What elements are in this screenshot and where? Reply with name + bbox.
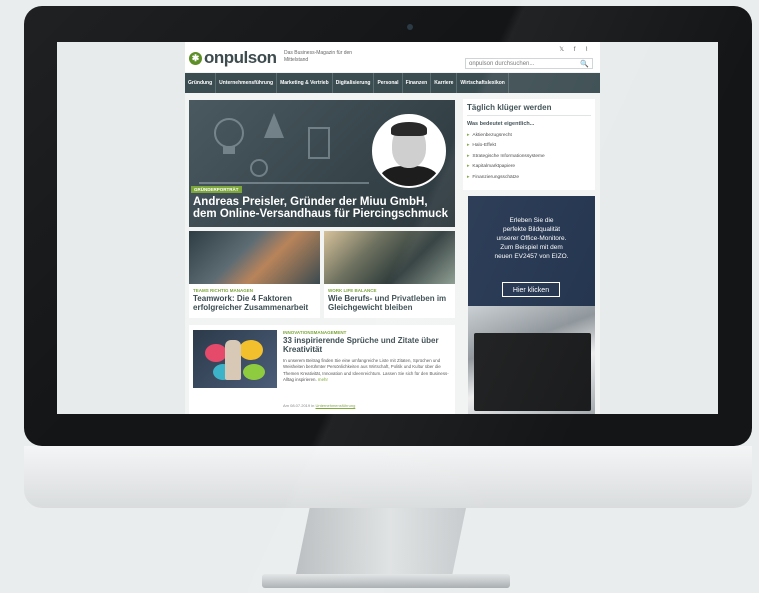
ad-copy: Erleben Sie die perfekte Bildqualität un…: [468, 216, 595, 261]
glossary-widget: Täglich klüger werden Was bedeutet eigen…: [463, 99, 595, 190]
search-icon[interactable]: 🔍: [580, 59, 589, 70]
glossary-item-label[interactable]: Finanzierungsschätze: [472, 175, 519, 180]
hero-category-tag[interactable]: GRÜNDERPORTRÄT: [191, 186, 242, 193]
color-splash: [243, 364, 265, 380]
glossary-item-label[interactable]: Kapitalmarktpapiere: [472, 164, 515, 169]
article-teaser: INNOVATIONSMANAGEMENT 33 inspirierende S…: [189, 325, 455, 414]
ad-cta-button[interactable]: Hier klicken: [502, 282, 560, 297]
nav-item-wirtschaftslexikon[interactable]: Wirtschaftslexikon: [457, 73, 509, 93]
ad-line: neuen EV2457 von EIZO.: [494, 253, 569, 260]
nav-item-marketing-vertrieb[interactable]: Marketing & Vertrieb: [277, 73, 333, 93]
glossary-title: Täglich klüger werden: [467, 103, 552, 112]
ad-monitor-image: [474, 333, 591, 411]
card-image-cityscape: [324, 231, 455, 284]
article-image[interactable]: [193, 330, 277, 388]
ad-line: Zum Beispiel mit dem: [500, 244, 563, 251]
card-work-life-balance[interactable]: WORK LIFE BALANCE Wie Berufs- und Privat…: [324, 231, 455, 318]
article-title[interactable]: 33 inspirierende Sprüche und Zitate über…: [283, 336, 451, 354]
glossary-item[interactable]: ▸ Finanzierungsschätze: [467, 173, 545, 183]
card-title[interactable]: Wie Berufs- und Privatleben im Gleichgew…: [328, 294, 453, 312]
founder-portrait: [372, 114, 446, 188]
website-page: ✱ onpulson Das Business-Magazin für den …: [185, 42, 600, 414]
glossary-item-label[interactable]: Aktienbezugsrecht: [472, 133, 511, 138]
card-category-tag[interactable]: TEAMS RICHTIG MANAGEN: [193, 288, 253, 293]
screen: ✱ onpulson Das Business-Magazin für den …: [57, 42, 718, 414]
nav-item-personal[interactable]: Personal: [374, 73, 403, 93]
card-category-tag[interactable]: WORK LIFE BALANCE: [328, 288, 377, 293]
glossary-subtitle: Was bedeutet eigentlich...: [467, 121, 535, 127]
site-logo[interactable]: ✱ onpulson: [189, 48, 277, 68]
divider: [467, 115, 591, 116]
search-placeholder: onpulson durchsuchen...: [469, 61, 535, 67]
main-nav: Gründung Unternehmensführung Marketing &…: [185, 73, 600, 93]
article-date: Am 08.07.2019 in: [283, 403, 315, 408]
color-splash: [205, 344, 227, 362]
bullet-icon: ▸: [467, 133, 470, 138]
monitor-base: [262, 574, 510, 588]
bullet-icon: ▸: [467, 164, 470, 170]
eizo-advertisement[interactable]: Erleben Sie die perfekte Bildqualität un…: [468, 196, 595, 414]
glossary-item-label[interactable]: Halo-Effekt: [472, 143, 496, 148]
portrait-hair: [391, 122, 427, 136]
article-meta: Am 08.07.2019 in Unternehmensführung: [283, 403, 355, 408]
glossary-item[interactable]: ▸ Strategische Informationssysteme: [467, 152, 545, 162]
card-image-hands: [189, 231, 320, 284]
article-category-link[interactable]: Unternehmensführung: [315, 403, 355, 408]
article-category-tag[interactable]: INNOVATIONSMANAGEMENT: [283, 330, 346, 335]
ad-line: Erleben Sie die: [509, 217, 554, 224]
read-more-link[interactable]: mehr: [318, 377, 328, 382]
hero-teaser[interactable]: GRÜNDERPORTRÄT Andreas Preisler, Gründer…: [189, 100, 455, 227]
monitor-stand: [296, 508, 466, 574]
site-header: ✱ onpulson Das Business-Magazin für den …: [185, 42, 600, 72]
article-excerpt: In unserem Beitrag finden Sie eine umfan…: [283, 358, 451, 383]
card-title[interactable]: Teamwork: Die 4 Faktoren erfolgreicher Z…: [193, 294, 318, 312]
bullet-icon: ▸: [467, 143, 470, 149]
nav-item-digitalisierung[interactable]: Digitalisierung: [333, 73, 375, 93]
glossary-item[interactable]: ▸ Kapitalmarktpapiere: [467, 162, 545, 172]
article-person: [225, 340, 241, 380]
portrait-shirt: [380, 166, 438, 186]
hero-illustration: [199, 113, 369, 184]
nav-item-unternehmensfuehrung[interactable]: Unternehmensführung: [216, 73, 278, 93]
search-input[interactable]: onpulson durchsuchen... 🔍: [465, 58, 593, 69]
nav-item-finanzen[interactable]: Finanzen: [403, 73, 432, 93]
site-tagline: Das Business-Magazin für den Mittelstand: [284, 50, 353, 63]
glossary-item[interactable]: ▸ Halo-Effekt: [467, 141, 545, 151]
bullet-icon: ▸: [467, 153, 470, 159]
nav-item-karriere[interactable]: Karriere: [431, 73, 458, 93]
glossary-item-label[interactable]: Strategische Informationssysteme: [472, 154, 544, 159]
camera-icon: [407, 24, 413, 30]
card-teamwork[interactable]: TEAMS RICHTIG MANAGEN Teamwork: Die 4 Fa…: [189, 231, 320, 318]
nav-item-gruendung[interactable]: Gründung: [185, 73, 217, 93]
logo-mark-icon: ✱: [189, 51, 202, 65]
logo-text: onpulson: [204, 48, 277, 67]
bullet-icon: ▸: [467, 174, 470, 180]
glossary-list: ▸ Aktienbezugsrecht ▸ Halo-Effekt ▸ Strateg…: [467, 131, 545, 183]
glossary-item[interactable]: ▸ Aktienbezugsrecht: [467, 131, 545, 141]
social-icons[interactable]: 𝕏 f ⌇: [559, 46, 592, 53]
hero-title[interactable]: Andreas Preisler, Gründer der Miuu GmbH,…: [193, 196, 453, 220]
color-splash: [239, 340, 263, 360]
ad-line: perfekte Bildqualität: [502, 226, 561, 233]
article-excerpt-text: In unserem Beitrag finden Sie eine umfan…: [283, 358, 449, 382]
monitor-chin: [24, 446, 752, 508]
ad-line: unserer Office-Monitore.: [496, 235, 567, 242]
